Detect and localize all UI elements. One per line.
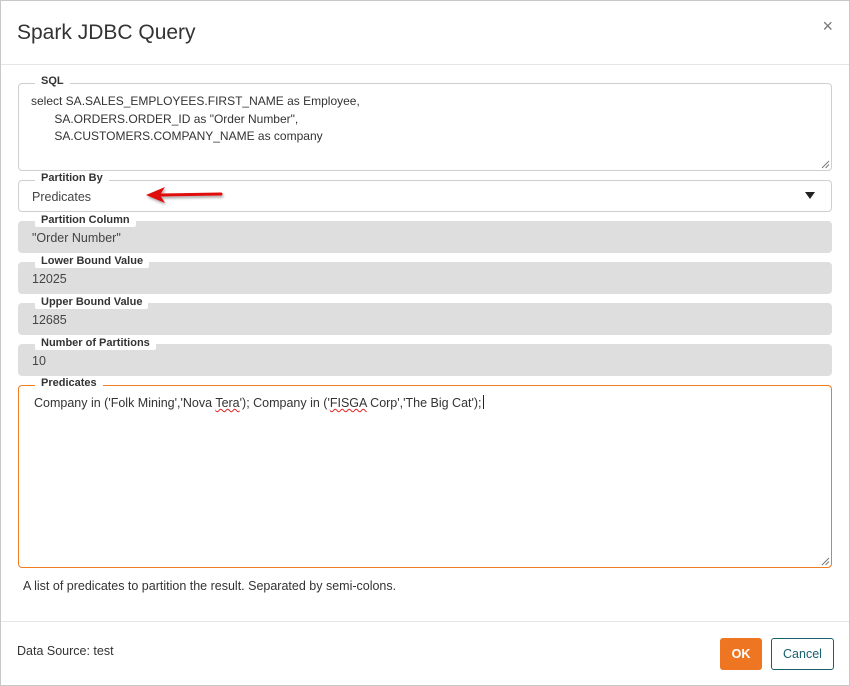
spark-jdbc-query-dialog: Spark JDBC Query × SQL select SA.SALES_E… bbox=[0, 0, 850, 686]
predicates-helper-text: A list of predicates to partition the re… bbox=[23, 579, 397, 593]
predicates-text-part: Company in ('Folk Mining','Nova bbox=[34, 396, 216, 410]
dialog-header: Spark JDBC Query × bbox=[1, 1, 849, 65]
partition-by-select[interactable]: Partition By Predicates bbox=[18, 172, 832, 212]
number-of-partitions-field: Number of Partitions 10 bbox=[18, 337, 832, 376]
predicates-field[interactable]: Predicates Company in ('Folk Mining','No… bbox=[18, 377, 832, 568]
red-annotation-arrow-icon bbox=[146, 187, 223, 203]
sql-textarea[interactable]: select SA.SALES_EMPLOYEES.FIRST_NAME as … bbox=[31, 93, 360, 146]
cancel-button[interactable]: Cancel bbox=[771, 638, 834, 670]
lower-bound-label: Lower Bound Value bbox=[35, 255, 150, 268]
number-of-partitions-label: Number of Partitions bbox=[35, 337, 156, 350]
close-icon[interactable]: × bbox=[822, 17, 833, 35]
spellcheck-flagged-word: Tera bbox=[215, 396, 240, 410]
predicates-text-part: '); Company in (' bbox=[239, 396, 330, 410]
sql-label: SQL bbox=[35, 75, 70, 88]
ok-button[interactable]: OK bbox=[720, 638, 762, 670]
lower-bound-field: Lower Bound Value 12025 bbox=[18, 255, 832, 294]
predicates-label: Predicates bbox=[35, 377, 103, 390]
resize-handle-icon[interactable] bbox=[821, 557, 830, 566]
resize-handle-icon[interactable] bbox=[821, 160, 830, 169]
partition-by-value: Predicates bbox=[32, 190, 92, 204]
upper-bound-field: Upper Bound Value 12685 bbox=[18, 296, 832, 335]
upper-bound-value: 12685 bbox=[32, 313, 67, 327]
dialog-title: Spark JDBC Query bbox=[17, 21, 196, 44]
partition-column-value: "Order Number" bbox=[32, 231, 121, 245]
caret-down-icon[interactable] bbox=[805, 192, 815, 199]
predicates-text-part: Corp','The Big Cat'); bbox=[366, 396, 482, 410]
upper-bound-label: Upper Bound Value bbox=[35, 296, 149, 309]
text-cursor bbox=[482, 395, 484, 409]
predicates-textarea[interactable]: Company in ('Folk Mining','Nova Tera'); … bbox=[34, 395, 484, 410]
number-of-partitions-value: 10 bbox=[32, 354, 46, 368]
sql-field[interactable]: SQL select SA.SALES_EMPLOYEES.FIRST_NAME… bbox=[18, 75, 832, 171]
partition-column-label: Partition Column bbox=[35, 214, 136, 227]
partition-column-field: Partition Column "Order Number" bbox=[18, 214, 832, 253]
partition-by-label: Partition By bbox=[35, 172, 109, 185]
data-source-label: Data Source: test bbox=[17, 644, 114, 658]
spellcheck-flagged-word: FISGA bbox=[329, 396, 367, 410]
lower-bound-value: 12025 bbox=[32, 272, 67, 286]
dialog-footer: Data Source: test OK Cancel bbox=[1, 621, 849, 685]
